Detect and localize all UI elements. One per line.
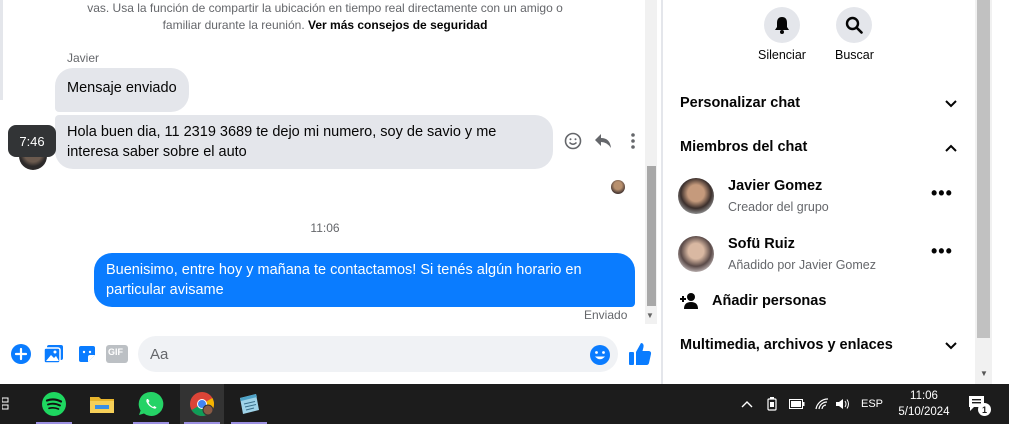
bell-icon <box>775 17 789 34</box>
time-tooltip: 7:46 <box>8 125 56 157</box>
panel-scroll-down-arrow[interactable]: ▼ <box>980 369 988 378</box>
member-role: Creador del grupo <box>728 200 829 214</box>
add-people-button[interactable]: Añadir personas <box>712 293 826 309</box>
member-name[interactable]: Sofü Ruiz <box>728 236 795 252</box>
member-options-icon[interactable]: ••• <box>931 241 953 262</box>
safety-link[interactable]: Ver más consejos de seguridad <box>308 18 487 32</box>
panel-scrollbar-thumb[interactable] <box>977 0 990 338</box>
emoji-icon[interactable] <box>589 344 611 366</box>
clock[interactable]: 11:06 5/10/2024 <box>888 388 960 420</box>
sender-name: Javier <box>67 51 100 65</box>
message-text: Mensaje enviado <box>67 80 177 96</box>
tray-chevron-up-icon[interactable] <box>740 384 754 424</box>
chat-scroll-down-arrow[interactable]: ▼ <box>646 311 654 320</box>
message-text: Hola buen dia, 11 2319 3689 te dejo mi n… <box>67 124 497 160</box>
chevron-down-icon[interactable] <box>944 339 958 353</box>
member-avatar[interactable] <box>678 178 714 214</box>
window-edge <box>992 0 1009 384</box>
left-edge <box>0 0 3 100</box>
gif-label: GIF <box>108 347 123 357</box>
member-name[interactable]: Javier Gomez <box>728 178 822 194</box>
volume-icon[interactable] <box>834 384 852 424</box>
tray-device-icon[interactable] <box>764 384 780 424</box>
wifi-icon[interactable] <box>814 384 830 424</box>
react-icon[interactable] <box>563 131 583 151</box>
sticker-icon[interactable] <box>76 343 98 365</box>
member-role: Añadido por Javier Gomez <box>728 258 876 272</box>
add-person-icon[interactable] <box>680 292 700 310</box>
clock-time: 11:06 <box>910 390 938 402</box>
chevron-up-icon[interactable] <box>944 141 958 155</box>
chrome-icon[interactable] <box>180 384 224 424</box>
search-label: Buscar <box>835 48 874 62</box>
whatsapp-icon[interactable] <box>129 384 173 424</box>
message-bubble-outgoing[interactable]: Buenisimo, entre hoy y mañana te contact… <box>94 253 635 307</box>
notification-count-badge: 1 <box>978 403 991 416</box>
search-button[interactable] <box>836 7 872 43</box>
member-options-icon[interactable]: ••• <box>931 183 953 204</box>
chat-scrollbar-thumb[interactable] <box>647 166 656 306</box>
language-indicator[interactable]: ESP <box>860 384 884 424</box>
safety-notice: vas. Usa la función de compartir la ubic… <box>70 0 580 34</box>
chat-members-section[interactable]: Miembros del chat <box>680 139 807 155</box>
chevron-down-icon[interactable] <box>944 97 958 111</box>
time-divider: 11:06 <box>310 221 340 235</box>
sent-status: Enviado <box>584 308 628 322</box>
message-bubble-incoming[interactable]: Mensaje enviado <box>55 68 189 112</box>
search-icon <box>845 16 863 34</box>
gif-icon[interactable]: GIF <box>106 343 128 365</box>
message-text: Buenisimo, entre hoy y mañana te contact… <box>106 262 582 298</box>
image-icon[interactable] <box>43 343 65 365</box>
plus-icon[interactable] <box>10 343 32 365</box>
message-input[interactable] <box>150 344 570 364</box>
notifications-icon[interactable]: 1 <box>966 384 991 424</box>
seen-avatar <box>611 180 625 194</box>
message-actions <box>563 131 643 151</box>
like-icon[interactable] <box>628 341 652 367</box>
notepad-icon[interactable] <box>227 384 271 424</box>
message-bubble-incoming[interactable]: Hola buen dia, 11 2319 3689 te dejo mi n… <box>55 115 553 169</box>
clock-date: 5/10/2024 <box>898 406 950 418</box>
media-files-links-section[interactable]: Multimedia, archivos y enlaces <box>680 337 893 353</box>
spotify-icon[interactable] <box>32 384 76 424</box>
customize-chat-section[interactable]: Personalizar chat <box>680 95 800 111</box>
member-avatar[interactable] <box>678 236 714 272</box>
mute-button[interactable] <box>764 7 800 43</box>
more-options-icon[interactable] <box>623 131 643 151</box>
mute-label: Silenciar <box>758 48 806 62</box>
file-explorer-icon[interactable] <box>80 384 124 424</box>
reply-icon[interactable] <box>593 131 613 151</box>
message-input-wrapper <box>138 336 618 372</box>
task-view-icon[interactable] <box>0 384 14 424</box>
battery-icon[interactable] <box>788 384 806 424</box>
